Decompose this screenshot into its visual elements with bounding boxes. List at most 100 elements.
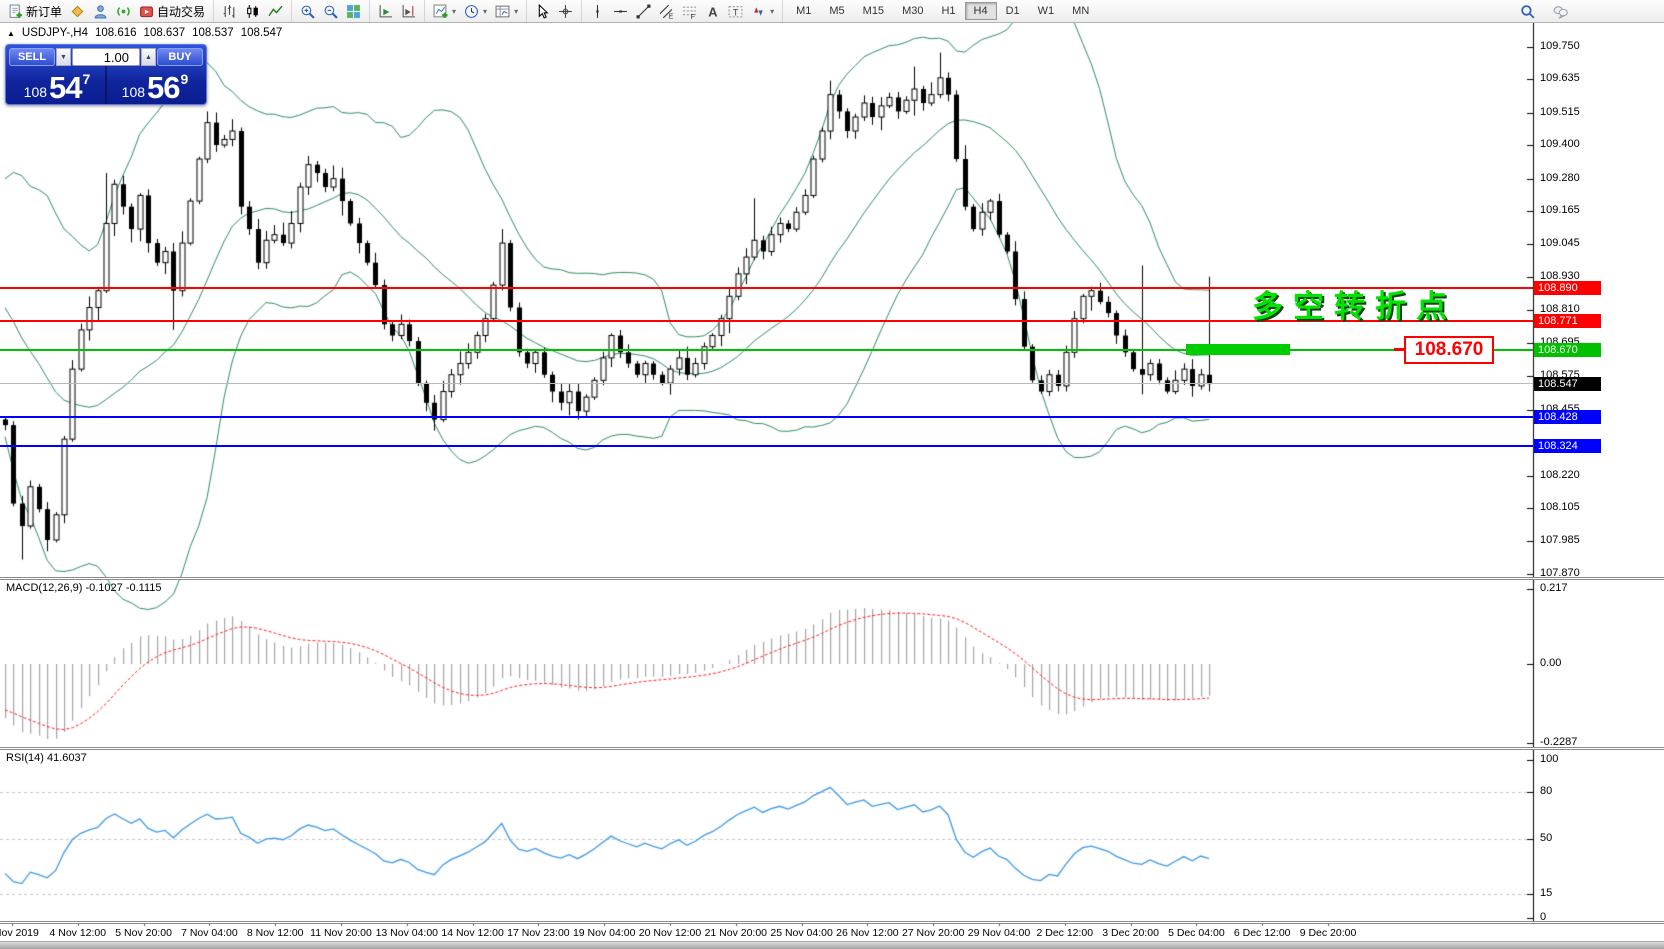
price-tick-109.165: 109.165 xyxy=(1540,204,1580,216)
timeframe-m1-button[interactable]: M1 xyxy=(787,2,820,20)
sell-button[interactable]: SELL xyxy=(9,48,55,66)
text-a-icon: A xyxy=(705,4,720,19)
cursor-button[interactable] xyxy=(531,2,554,21)
price-tick-109.400: 109.400 xyxy=(1540,138,1580,150)
buy-price-pip: 9 xyxy=(181,71,189,87)
tile-windows-button[interactable] xyxy=(342,2,365,21)
zoom-out-button[interactable] xyxy=(319,2,342,21)
periods-dropdown-icon[interactable]: ▾ xyxy=(483,7,487,16)
time-axis-label: 4 Nov 12:00 xyxy=(49,927,106,939)
price-callout-box[interactable]: 108.670 xyxy=(1404,336,1494,364)
time-axis-label: 6 Dec 12:00 xyxy=(1234,927,1291,939)
time-axis-label: 13 Nov 04:00 xyxy=(376,927,438,939)
macd-tick-0.00: 0.00 xyxy=(1540,657,1561,669)
timeframe-m15-button[interactable]: M15 xyxy=(854,2,893,20)
horizontal-line-button[interactable] xyxy=(609,2,632,21)
line-chart-button[interactable] xyxy=(264,2,287,21)
horizontal-level-line-108.324[interactable] xyxy=(0,445,1533,447)
support-highlight-bar[interactable] xyxy=(1186,344,1290,355)
text-button[interactable]: A xyxy=(701,2,724,21)
chart-header: ▲ USDJPY-,H4 108.616 108.637 108.537 108… xyxy=(7,27,282,39)
ohlc-bars-icon xyxy=(222,4,237,19)
signal-icon xyxy=(116,4,131,19)
one-click-trading-panel: SELL ▼ ▲ BUY 108547 108569 xyxy=(5,44,207,105)
window-bottom-edge xyxy=(0,941,1664,949)
timeframe-w1-button[interactable]: W1 xyxy=(1029,2,1064,20)
time-axis-label: 25 Nov 04:00 xyxy=(770,927,832,939)
bar-chart-button[interactable] xyxy=(218,2,241,21)
price-tick-109.515: 109.515 xyxy=(1540,106,1580,118)
price-tick-108.105: 108.105 xyxy=(1540,501,1580,513)
time-axis-label: 3 Dec 20:00 xyxy=(1102,927,1159,939)
ohlc-close: 108.547 xyxy=(241,27,283,39)
sell-price[interactable]: 108547 xyxy=(9,66,107,104)
line-chart-icon xyxy=(268,4,283,19)
equidistant-channel-button[interactable]: E xyxy=(655,2,678,21)
cursor-arrow-icon xyxy=(535,4,550,19)
timeframe-h4-button[interactable]: H4 xyxy=(965,2,997,20)
indicators-button[interactable]: ▾ xyxy=(429,2,460,21)
rsi-tick-50: 50 xyxy=(1540,832,1552,844)
search-button[interactable] xyxy=(1516,2,1539,21)
fibonacci-button[interactable]: F xyxy=(678,2,701,21)
timeframe-d1-button[interactable]: D1 xyxy=(997,2,1029,20)
time-axis-label: 19 Nov 04:00 xyxy=(573,927,635,939)
timeframe-h1-button[interactable]: H1 xyxy=(932,2,964,20)
price-tick-109.635: 109.635 xyxy=(1540,72,1580,84)
horizontal-level-line-108.670[interactable] xyxy=(0,349,1533,351)
collapse-trade-panel-icon[interactable]: ▲ xyxy=(7,29,15,38)
timeframe-m30-button[interactable]: M30 xyxy=(893,2,932,20)
price-axis-badge-108.771: 108.771 xyxy=(1534,314,1601,328)
text-label-button[interactable]: T xyxy=(724,2,747,21)
volume-decrease-button[interactable]: ▼ xyxy=(56,48,71,66)
templates-dropdown-icon[interactable]: ▾ xyxy=(514,7,518,16)
chart-canvas[interactable] xyxy=(0,0,1664,949)
trendline-button[interactable] xyxy=(632,2,655,21)
zoom-in-button[interactable] xyxy=(296,2,319,21)
buy-price[interactable]: 108569 xyxy=(107,66,203,104)
time-axis-label: 20 Nov 12:00 xyxy=(639,927,701,939)
candlestick-chart-button[interactable] xyxy=(241,2,264,21)
chat-button[interactable] xyxy=(1549,2,1572,21)
price-axis-badge-108.670: 108.670 xyxy=(1534,343,1601,357)
chart-shift-button[interactable] xyxy=(397,2,420,21)
macd-panel-divider[interactable] xyxy=(0,577,1664,580)
rsi-tick-100: 100 xyxy=(1540,753,1558,765)
horizontal-level-line-108.428[interactable] xyxy=(0,416,1533,418)
timeframe-m5-button[interactable]: M5 xyxy=(820,2,853,20)
contacts-button[interactable] xyxy=(89,2,112,21)
toolbar-group-right xyxy=(1516,2,1572,21)
price-axis-badge-108.428: 108.428 xyxy=(1534,410,1601,424)
chevron-down-icon: ▼ xyxy=(60,54,67,61)
crosshair-button[interactable] xyxy=(554,2,577,21)
mt4-window: 新订单 自动交易 ▾ ▾ ▾ EFAT ▾ M1M5M15M30H1H4D1W1MN ▲ US… xyxy=(0,0,1664,949)
arrow-objects-button[interactable]: ▾ xyxy=(747,2,778,21)
arrow-objects-dropdown-icon[interactable]: ▾ xyxy=(770,7,774,16)
candles-icon xyxy=(245,4,260,19)
auto-trading-button[interactable]: 自动交易 xyxy=(135,1,209,22)
chart-annotation-text[interactable]: 多空转折点 xyxy=(1252,281,1457,326)
volume-increase-button[interactable]: ▲ xyxy=(141,48,156,66)
vline-icon xyxy=(590,4,605,19)
signals-button[interactable] xyxy=(112,2,135,21)
macd-tick-0.217: 0.217 xyxy=(1540,582,1568,594)
channel-icon: E xyxy=(659,4,674,19)
indicators-dropdown-icon[interactable]: ▾ xyxy=(452,7,456,16)
timeframe-mn-button[interactable]: MN xyxy=(1063,2,1098,20)
periods-button[interactable]: ▾ xyxy=(460,2,491,21)
sell-price-digits: 54 xyxy=(49,75,81,100)
toolbar-group-chart-tools: ▾ ▾ ▾ xyxy=(424,0,526,22)
time-axis-label: 5 Dec 04:00 xyxy=(1168,927,1225,939)
volume-input[interactable] xyxy=(72,48,140,66)
time-axis-label: 26 Nov 12:00 xyxy=(836,927,898,939)
new-order-button[interactable]: 新订单 xyxy=(4,1,66,22)
auto-scroll-button[interactable] xyxy=(374,2,397,21)
price-axis-badge-108.890: 108.890 xyxy=(1534,281,1601,295)
rsi-panel-divider[interactable] xyxy=(0,747,1664,750)
market-watch-button[interactable] xyxy=(66,2,89,21)
horizontal-level-line-108.547[interactable] xyxy=(0,383,1533,384)
templates-button[interactable]: ▾ xyxy=(491,2,522,21)
vertical-line-button[interactable] xyxy=(586,2,609,21)
arrow-objects-icon xyxy=(751,4,766,19)
buy-button[interactable]: BUY xyxy=(157,48,203,66)
